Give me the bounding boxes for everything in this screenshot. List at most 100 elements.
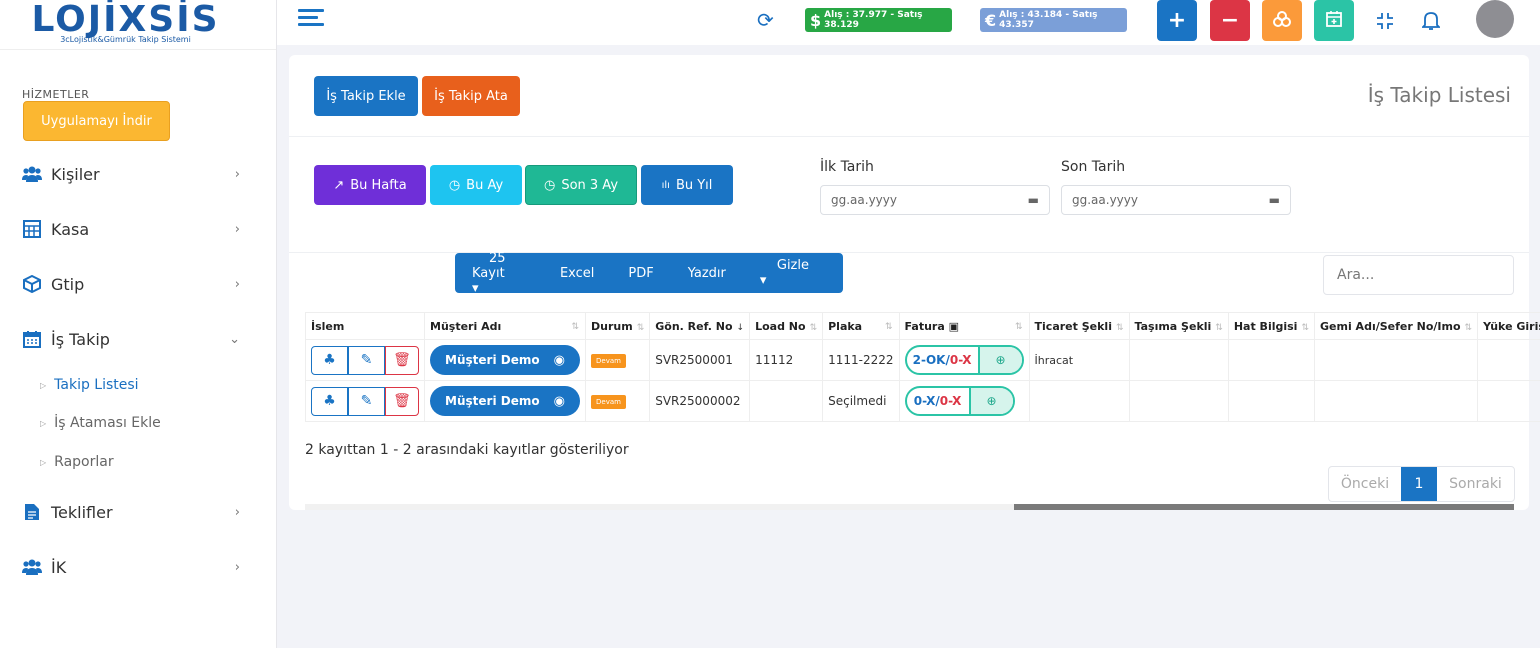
sidebar-item-label: Kişiler [51,164,100,184]
chevron-down-icon: ⌄ [229,331,240,347]
sidebar-item-teklifler[interactable]: Teklifler › [22,497,252,527]
column-header[interactable]: Taşıma Şekli ⇅ [1128,312,1229,340]
users-icon [22,164,42,184]
filter-last-3-months-button[interactable]: ◷ Son 3 Ay [525,165,637,205]
records-per-page-dropdown[interactable]: 25 Kayıt ▾ [455,251,543,296]
table-row: ♣ ✎ 🗑 Müşteri Demo ◉ Devam SVR2500001 11… [305,339,1540,381]
status-badge: Devam [591,395,626,409]
plus-button[interactable]: + [1157,0,1197,41]
add-job-button[interactable]: İş Takip Ekle [314,76,418,116]
bell-icon[interactable] [1418,8,1444,34]
column-header[interactable]: Hat Bilgisi ⇅ [1227,312,1316,340]
column-header[interactable]: İslem [305,312,425,340]
sidebar-subitem-raporlar[interactable]: ▷ Raporlar [40,454,114,470]
triangle-right-icon: ▷ [40,457,47,467]
logo[interactable]: LOJİXSİS 3cLojistik&Gümrük Takip Sistemi [0,0,276,50]
customer-name: Müşteri Demo [445,394,540,408]
end-date-input[interactable]: gg.aa.yyyy ▬ [1061,185,1291,215]
column-header[interactable]: Durum ⇅ [584,312,651,340]
sort-icon: ⇅ [1014,322,1023,332]
scrollbar-thumb[interactable] [1014,504,1514,510]
download-app-button[interactable]: Uygulamayı İndir [23,101,170,141]
sidebar-item-gtip[interactable]: Gtip › [22,269,252,299]
chevron-right-icon: › [234,559,240,575]
logo-text: LOJİXSİS [31,0,220,40]
column-header[interactable]: Yüke Giriş ▦ [1477,312,1540,340]
column-header[interactable]: Gön. Ref. No ↓ [649,312,751,340]
share-button[interactable]: ♣ [311,345,348,375]
euro-icon: € [985,10,997,30]
compress-icon[interactable] [1372,8,1398,34]
add-invoice-icon[interactable]: ⊕ [977,347,1022,373]
load-cell [749,380,824,422]
refresh-icon[interactable]: ⟳ [757,8,774,32]
filter-this-year-button[interactable]: ılı Bu Yıl [641,165,733,205]
column-header[interactable]: Gemi Adı/Sefer No/Imo ⇅ [1313,312,1479,340]
column-header[interactable]: Ticaret Şekli ⇅ [1028,312,1130,340]
users-icon [22,557,42,577]
start-date-input[interactable]: gg.aa.yyyy ▬ [820,185,1050,215]
invoice-ok: 0-X [913,394,936,408]
invoice-widget[interactable]: 2-OK/0-X ⊕ [904,345,1024,375]
edit-button[interactable]: ✎ [348,386,385,416]
filter-this-week-button[interactable]: ↗ Bu Hafta [314,165,426,205]
share-button[interactable]: ♣ [311,386,348,416]
share-icon: ♣ [323,393,336,409]
column-header[interactable]: Müşteri Adı ⇅ [424,312,586,340]
pdf-button[interactable]: PDF [611,266,670,281]
table-row: ♣ ✎ 🗑 Müşteri Demo ◉ Devam SVR25000002 S… [305,380,1540,422]
sort-desc-icon: ↓ [736,322,745,333]
calendar-icon[interactable]: ▬ [1028,193,1039,207]
print-button[interactable]: Yazdır [671,266,743,281]
minus-button[interactable]: − [1210,0,1250,41]
customer-button[interactable]: Müşteri Demo ◉ [430,386,580,416]
search-input[interactable]: Ara... [1323,255,1514,295]
column-header[interactable]: Plaka ⇅ [822,312,900,340]
page-1-button[interactable]: 1 [1401,467,1437,501]
column-header[interactable]: Fatura ▣ ⇅ [898,312,1030,340]
calendar-plus-icon [1326,8,1342,33]
hide-columns-dropdown[interactable]: Gizle ▾ [743,258,843,288]
filter-this-month-button[interactable]: ◷ Bu Ay [430,165,522,205]
menu-toggle-icon[interactable] [298,9,324,31]
filter-label: Son 3 Ay [561,177,619,193]
filter-label: Bu Hafta [350,177,407,193]
jobs-table: İslem Müşteri Adı ⇅ Durum ⇅ Gön. Ref. No ↓ … [305,312,1540,422]
calendar-icon[interactable]: ▬ [1269,193,1280,207]
avatar[interactable] [1476,0,1514,38]
column-header[interactable]: Load No ⇅ [749,312,824,340]
sidebar-subitem-is-atamasi-ekle[interactable]: ▷ İş Ataması Ekle [40,415,161,431]
trash-icon: 🗑 [393,352,411,368]
coins-button[interactable] [1262,0,1302,41]
coins-icon [1272,8,1292,33]
next-page-button[interactable]: Sonraki [1437,467,1514,501]
excel-button[interactable]: Excel [543,266,611,281]
sidebar-item-label: Gtip [51,274,85,294]
usd-rate-badge: $ Alış : 37.977 - Satış 38.129 [805,8,952,32]
assign-job-button[interactable]: İş Takip Ata [422,76,520,116]
prev-page-button[interactable]: Önceki [1329,467,1401,501]
sidebar-item-kasa[interactable]: Kasa › [22,214,252,244]
sidebar-item-label: Teklifler [51,502,113,522]
invoice-cell: 0-X/0-X ⊕ [898,380,1030,422]
sidebar-item-ik[interactable]: İK › [22,552,252,582]
plus-icon: + [1167,8,1187,33]
sidebar-item-is-takip[interactable]: İş Takip ⌄ [22,324,252,354]
minus-icon: − [1220,8,1240,33]
add-invoice-icon[interactable]: ⊕ [968,388,1013,414]
delete-button[interactable]: 🗑 [385,345,419,375]
sort-icon: ⇅ [884,322,893,332]
invoice-widget[interactable]: 0-X/0-X ⊕ [904,386,1015,416]
chevron-right-icon: › [234,166,240,182]
calendar-add-button[interactable] [1314,0,1354,41]
customer-button[interactable]: Müşteri Demo ◉ [430,345,580,375]
edit-button[interactable]: ✎ [348,345,385,375]
sort-icon: ⇅ [571,322,579,332]
delete-button[interactable]: 🗑 [385,386,419,416]
logo-subtitle: 3cLojistik&Gümrük Takip Sistemi [60,35,191,44]
sort-icon: ⇅ [1464,322,1473,333]
sidebar-item-kisiler[interactable]: Kişiler › [22,159,252,189]
horizontal-scrollbar[interactable] [305,504,1514,510]
bar-chart-icon: ılı [661,179,670,191]
sidebar-subitem-takip-listesi[interactable]: ▷ Takip Listesi [40,377,139,393]
